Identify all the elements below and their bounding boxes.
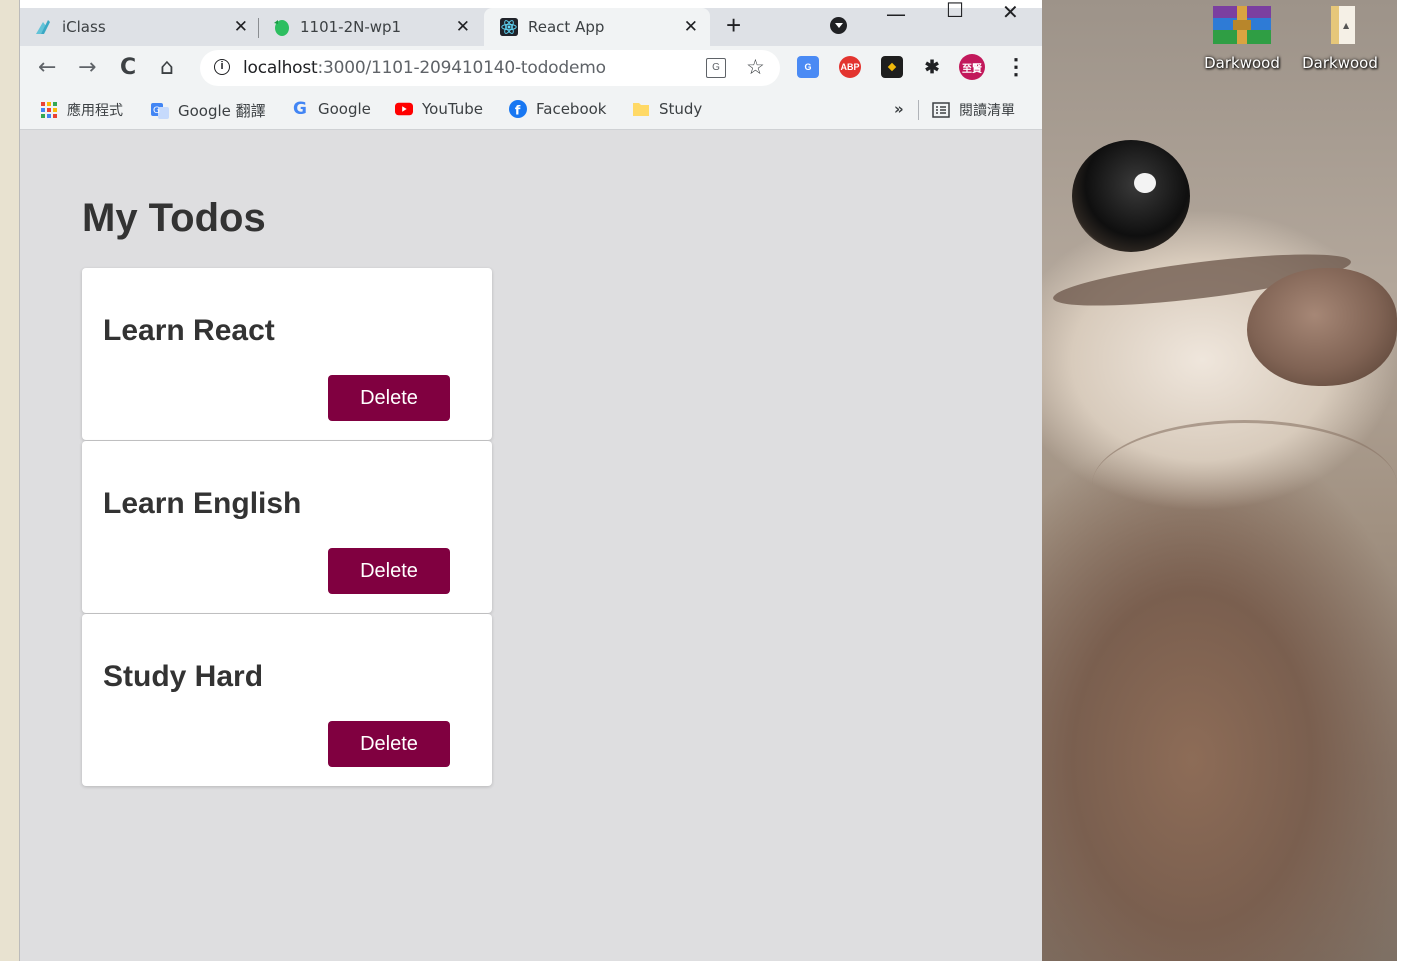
reading-list-button[interactable]: 閱讀清單: [932, 100, 1015, 120]
bookmark-label: Google: [318, 100, 371, 118]
address-bar[interactable]: i localhost:3000/1101-209410140-tododemo…: [200, 50, 780, 86]
todo-card: Learn English Delete: [82, 441, 492, 613]
bookmark-google-translate[interactable]: G Google 翻譯: [151, 100, 266, 121]
todo-text: Learn React: [103, 314, 275, 347]
bookmark-label: Facebook: [536, 100, 607, 118]
close-tab-icon[interactable]: ✕: [684, 17, 698, 37]
screen-edge: [1397, 0, 1405, 961]
browser-toolbar: ← → C ⌂ i localhost:3000/1101-209410140-…: [20, 46, 1042, 90]
bookmark-label: Google 翻譯: [178, 102, 266, 120]
wallpaper-detail: [1134, 173, 1156, 193]
winrar-archive-icon: [1213, 6, 1271, 44]
folder-icon: ▲: [1311, 6, 1369, 44]
bookmark-study[interactable]: Study: [632, 100, 702, 118]
adblock-plus-icon[interactable]: ABP: [839, 56, 861, 78]
iclass-icon: [34, 18, 52, 36]
binance-icon[interactable]: [881, 56, 903, 78]
google-translate-icon[interactable]: G: [797, 56, 819, 78]
evernote-icon: [272, 18, 290, 36]
close-tab-icon[interactable]: ✕: [234, 17, 248, 37]
bookmark-label: Study: [659, 100, 703, 118]
page-title: My Todos: [82, 196, 266, 240]
apps-grid-icon: [40, 101, 58, 119]
browser-window: iClass ✕ 1101-2N-wp1 ✕ React App ✕ + — ☐…: [20, 0, 1042, 961]
svg-text:G: G: [153, 106, 160, 116]
page-content: My Todos Learn React Delete Learn Englis…: [20, 131, 1042, 961]
reading-list-icon: [932, 101, 950, 119]
screen: iClass ✕ 1101-2N-wp1 ✕ React App ✕ + — ☐…: [0, 0, 1405, 961]
site-info-icon[interactable]: i: [214, 59, 230, 75]
reading-list-label: 閱讀清單: [959, 103, 1015, 119]
folder-icon: [632, 100, 650, 118]
wallpaper-otter-eye: [1072, 140, 1190, 252]
new-tab-button[interactable]: +: [726, 10, 741, 41]
google-translate-icon: G: [151, 102, 169, 120]
todo-text: Learn English: [103, 487, 302, 520]
tab-title: React App: [528, 18, 605, 36]
bookmark-label: YouTube: [422, 100, 483, 118]
tab-title: iClass: [62, 18, 106, 36]
wallpaper-otter-nose: [1247, 268, 1397, 386]
tab-iclass[interactable]: iClass ✕: [34, 8, 260, 46]
bookmark-label: 應用程式: [67, 103, 123, 119]
wallpaper-detail: [1092, 420, 1397, 550]
bookmark-google[interactable]: G Google: [291, 99, 371, 119]
maximize-button[interactable]: ☐: [946, 0, 964, 22]
bookmarks-divider: [918, 100, 919, 120]
bookmarks-bar: 應用程式 G Google 翻譯 G Google YouTube f Face…: [20, 90, 1042, 130]
reload-button[interactable]: C: [120, 55, 136, 80]
tab-1101-2n-wp1[interactable]: 1101-2N-wp1 ✕: [272, 8, 482, 46]
address-url[interactable]: localhost:3000/1101-209410140-tododemo: [243, 58, 606, 78]
bookmark-apps[interactable]: 應用程式: [40, 100, 123, 120]
close-window-button[interactable]: ✕: [1002, 0, 1019, 24]
google-icon: G: [293, 99, 307, 119]
delete-button[interactable]: Delete: [328, 721, 450, 767]
background-window-edge: [0, 0, 20, 961]
todo-card: Study Hard Delete: [82, 614, 492, 786]
desktop-icon-label: Darkwood: [1302, 54, 1378, 72]
delete-button[interactable]: Delete: [328, 375, 450, 421]
bookmark-youtube[interactable]: YouTube: [395, 100, 483, 118]
bookmarks-overflow-button[interactable]: »: [894, 100, 904, 118]
todo-text: Study Hard: [103, 660, 264, 693]
desktop-icon-darkwood-folder[interactable]: ▲ Darkwood: [1295, 6, 1385, 72]
react-icon: [500, 18, 518, 36]
desktop-wallpaper: Darkwood ▲ Darkwood: [1042, 0, 1397, 961]
delete-button[interactable]: Delete: [328, 548, 450, 594]
back-button[interactable]: ←: [38, 55, 56, 80]
bookmark-facebook[interactable]: f Facebook: [509, 100, 606, 118]
facebook-icon: f: [509, 100, 527, 118]
desktop-icon-label: Darkwood: [1204, 54, 1280, 72]
todo-list: Learn React Delete Learn English Delete …: [82, 268, 492, 787]
desktop-icon-darkwood-archive[interactable]: Darkwood: [1197, 6, 1287, 72]
menu-kebab-icon[interactable]: ⋮: [1005, 54, 1027, 80]
translate-page-icon[interactable]: G: [706, 58, 726, 78]
tab-search-icon[interactable]: [830, 17, 847, 34]
home-button[interactable]: ⌂: [160, 55, 174, 80]
tab-react-app[interactable]: React App ✕: [484, 8, 710, 46]
profile-icon[interactable]: 至賢: [959, 54, 985, 80]
todo-card: Learn React Delete: [82, 268, 492, 440]
puzzle-icon[interactable]: ✱: [921, 56, 943, 78]
minimize-button[interactable]: —: [886, 2, 906, 26]
tab-title: 1101-2N-wp1: [300, 18, 402, 36]
close-tab-icon[interactable]: ✕: [456, 17, 470, 37]
tab-strip: iClass ✕ 1101-2N-wp1 ✕ React App ✕ + — ☐…: [20, 0, 1042, 46]
tab-separator: [258, 18, 259, 38]
youtube-icon: [395, 100, 413, 118]
svg-text:f: f: [515, 102, 521, 117]
svg-text:▲: ▲: [1343, 21, 1350, 30]
bookmark-star-icon[interactable]: ☆: [746, 55, 765, 80]
forward-button[interactable]: →: [78, 55, 96, 80]
